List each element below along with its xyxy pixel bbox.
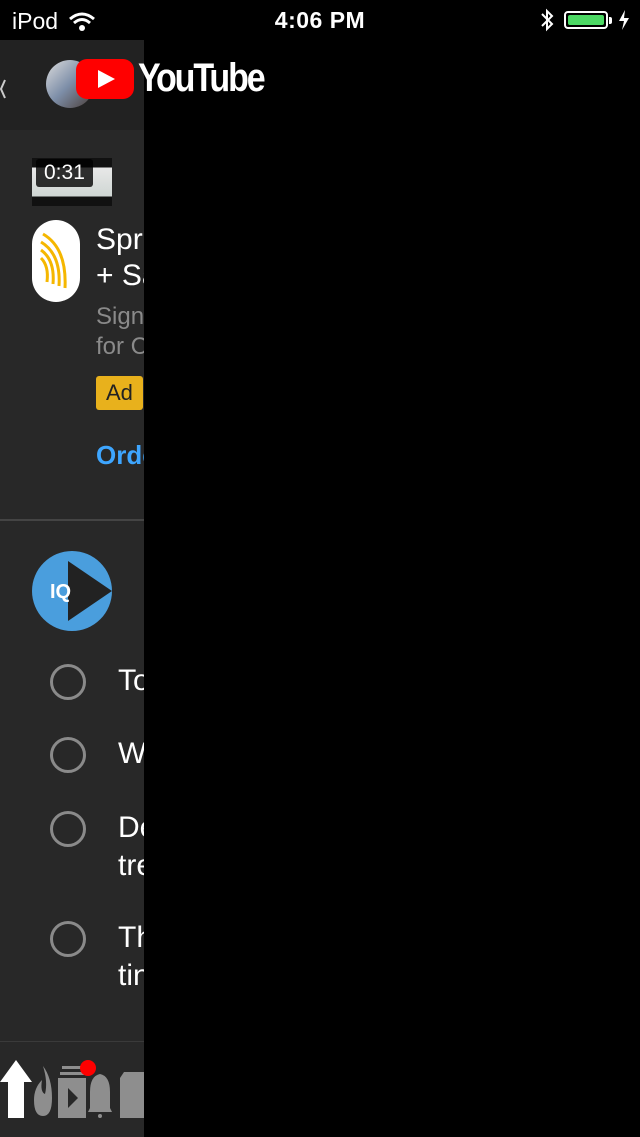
channel-avatar[interactable]: IQ (32, 551, 112, 631)
poll-option-text: De tre (118, 811, 144, 882)
poll-option[interactable]: To (50, 662, 144, 700)
poll-option[interactable]: De tre (50, 809, 144, 882)
radio-button[interactable] (50, 811, 86, 847)
charging-icon (619, 10, 629, 30)
channel-logo-icon: IQ (50, 561, 112, 621)
radio-button[interactable] (50, 737, 86, 773)
home-icon[interactable] (0, 1060, 32, 1118)
ad-title[interactable]: Spr + Sa (96, 222, 144, 294)
poll-option-text: W (118, 737, 144, 770)
notification-badge (80, 1060, 96, 1076)
trending-icon[interactable] (32, 1060, 54, 1118)
poll-card: IQ To W De tre Th tin (0, 521, 144, 1041)
poll-option-text: Th tin (118, 921, 144, 992)
radio-button[interactable] (50, 921, 86, 957)
video-duration: 0:31 (36, 159, 93, 187)
bottom-navigation (0, 1041, 144, 1137)
chevron-left-icon[interactable] (0, 78, 6, 100)
youtube-logo[interactable]: YouTube (76, 56, 286, 101)
ad-card[interactable]: 0:31 Spr + Sa Sign for C Ad Orde (0, 130, 144, 519)
ad-subtitle: Sign for C (96, 303, 144, 360)
youtube-play-icon (76, 58, 134, 99)
ad-cta-link[interactable]: Orde (96, 440, 144, 471)
sprint-logo-icon (39, 232, 67, 289)
poll-option[interactable]: Th tin (50, 919, 144, 992)
radio-button[interactable] (50, 664, 86, 700)
poll-option[interactable]: W (50, 735, 144, 773)
status-bar: iPod 4:06 PM (0, 0, 640, 40)
channel-logo-text: IQ (50, 581, 71, 603)
bluetooth-icon (541, 8, 554, 32)
ad-badge: Ad (96, 376, 143, 410)
status-right (540, 8, 630, 32)
library-icon[interactable] (116, 1060, 144, 1118)
youtube-logo-text: YouTube (138, 56, 266, 100)
battery-icon (564, 11, 612, 29)
sponsor-logo[interactable] (32, 220, 80, 302)
poll-option-text: To (118, 664, 144, 697)
